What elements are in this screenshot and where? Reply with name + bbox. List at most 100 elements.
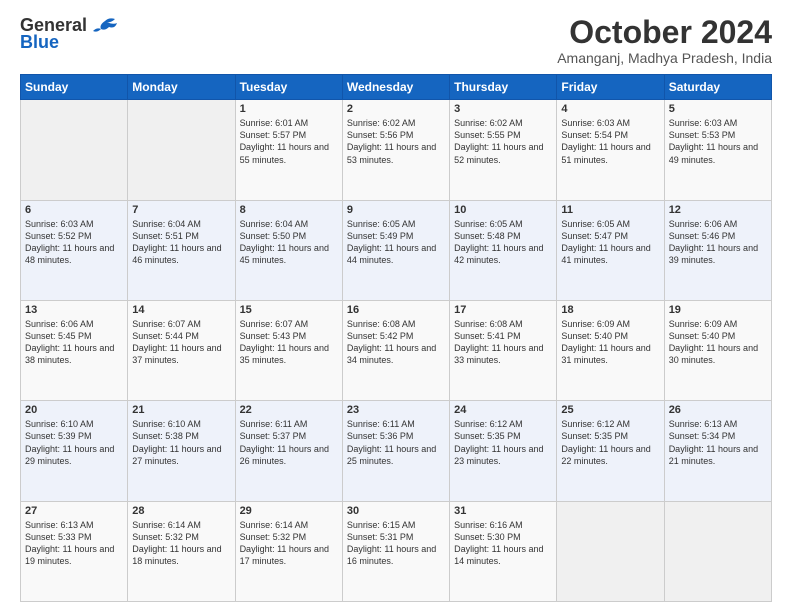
day-number: 7 <box>132 204 230 216</box>
day-info: Sunrise: 6:05 AM Sunset: 5:47 PM Dayligh… <box>561 218 659 267</box>
day-number: 31 <box>454 505 552 517</box>
day-number: 17 <box>454 304 552 316</box>
day-number: 9 <box>347 204 445 216</box>
day-number: 12 <box>669 204 767 216</box>
day-info: Sunrise: 6:09 AM Sunset: 5:40 PM Dayligh… <box>561 318 659 367</box>
table-row: 31 Sunrise: 6:16 AM Sunset: 5:30 PM Dayli… <box>450 501 557 601</box>
day-number: 28 <box>132 505 230 517</box>
location: Amanganj, Madhya Pradesh, India <box>557 50 772 66</box>
day-number: 21 <box>132 404 230 416</box>
day-number: 30 <box>347 505 445 517</box>
table-row: 24 Sunrise: 6:12 AM Sunset: 5:35 PM Dayli… <box>450 401 557 501</box>
day-info: Sunrise: 6:13 AM Sunset: 5:33 PM Dayligh… <box>25 519 123 568</box>
day-info: Sunrise: 6:01 AM Sunset: 5:57 PM Dayligh… <box>240 117 338 166</box>
table-row <box>128 100 235 200</box>
day-number: 5 <box>669 103 767 115</box>
day-number: 2 <box>347 103 445 115</box>
day-info: Sunrise: 6:03 AM Sunset: 5:53 PM Dayligh… <box>669 117 767 166</box>
col-friday: Friday <box>557 75 664 100</box>
table-row: 16 Sunrise: 6:08 AM Sunset: 5:42 PM Dayli… <box>342 300 449 400</box>
table-row: 11 Sunrise: 6:05 AM Sunset: 5:47 PM Dayli… <box>557 200 664 300</box>
day-number: 29 <box>240 505 338 517</box>
table-row: 8 Sunrise: 6:04 AM Sunset: 5:50 PM Daylig… <box>235 200 342 300</box>
calendar-week-row: 20 Sunrise: 6:10 AM Sunset: 5:39 PM Dayli… <box>21 401 772 501</box>
day-info: Sunrise: 6:12 AM Sunset: 5:35 PM Dayligh… <box>561 418 659 467</box>
col-monday: Monday <box>128 75 235 100</box>
day-number: 10 <box>454 204 552 216</box>
table-row <box>21 100 128 200</box>
day-info: Sunrise: 6:11 AM Sunset: 5:36 PM Dayligh… <box>347 418 445 467</box>
day-info: Sunrise: 6:06 AM Sunset: 5:45 PM Dayligh… <box>25 318 123 367</box>
table-row: 7Sunrise: 6:04 AM Sunset: 5:51 PM Daylig… <box>128 200 235 300</box>
day-number: 6 <box>25 204 123 216</box>
calendar-table: Sunday Monday Tuesday Wednesday Thursday… <box>20 74 772 602</box>
table-row: 20 Sunrise: 6:10 AM Sunset: 5:39 PM Dayli… <box>21 401 128 501</box>
day-info: Sunrise: 6:02 AM Sunset: 5:56 PM Dayligh… <box>347 117 445 166</box>
day-info: Sunrise: 6:10 AM Sunset: 5:38 PM Dayligh… <box>132 418 230 467</box>
day-info: Sunrise: 6:07 AM Sunset: 5:43 PM Dayligh… <box>240 318 338 367</box>
table-row: 21 Sunrise: 6:10 AM Sunset: 5:38 PM Dayli… <box>128 401 235 501</box>
col-saturday: Saturday <box>664 75 771 100</box>
month-title: October 2024 <box>557 15 772 50</box>
day-number: 18 <box>561 304 659 316</box>
day-info: Sunrise: 6:05 AM Sunset: 5:48 PM Dayligh… <box>454 218 552 267</box>
col-thursday: Thursday <box>450 75 557 100</box>
day-info: Sunrise: 6:15 AM Sunset: 5:31 PM Dayligh… <box>347 519 445 568</box>
day-number: 26 <box>669 404 767 416</box>
day-info: Sunrise: 6:11 AM Sunset: 5:37 PM Dayligh… <box>240 418 338 467</box>
day-info: Sunrise: 6:14 AM Sunset: 5:32 PM Dayligh… <box>240 519 338 568</box>
table-row: 27 Sunrise: 6:13 AM Sunset: 5:33 PM Dayli… <box>21 501 128 601</box>
table-row: 2 Sunrise: 6:02 AM Sunset: 5:56 PM Daylig… <box>342 100 449 200</box>
table-row: 22Sunrise: 6:11 AM Sunset: 5:37 PM Dayli… <box>235 401 342 501</box>
day-info: Sunrise: 6:09 AM Sunset: 5:40 PM Dayligh… <box>669 318 767 367</box>
col-wednesday: Wednesday <box>342 75 449 100</box>
day-info: Sunrise: 6:13 AM Sunset: 5:34 PM Dayligh… <box>669 418 767 467</box>
day-info: Sunrise: 6:05 AM Sunset: 5:49 PM Dayligh… <box>347 218 445 267</box>
table-row: 25 Sunrise: 6:12 AM Sunset: 5:35 PM Dayli… <box>557 401 664 501</box>
day-number: 16 <box>347 304 445 316</box>
day-info: Sunrise: 6:06 AM Sunset: 5:46 PM Dayligh… <box>669 218 767 267</box>
day-info: Sunrise: 6:03 AM Sunset: 5:54 PM Dayligh… <box>561 117 659 166</box>
day-info: Sunrise: 6:04 AM Sunset: 5:50 PM Dayligh… <box>240 218 338 267</box>
day-number: 8 <box>240 204 338 216</box>
table-row: 6Sunrise: 6:03 AM Sunset: 5:52 PM Daylig… <box>21 200 128 300</box>
day-info: Sunrise: 6:10 AM Sunset: 5:39 PM Dayligh… <box>25 418 123 467</box>
calendar-week-row: 6Sunrise: 6:03 AM Sunset: 5:52 PM Daylig… <box>21 200 772 300</box>
table-row: 13Sunrise: 6:06 AM Sunset: 5:45 PM Dayli… <box>21 300 128 400</box>
table-row: 17 Sunrise: 6:08 AM Sunset: 5:41 PM Dayli… <box>450 300 557 400</box>
table-row: 15 Sunrise: 6:07 AM Sunset: 5:43 PM Dayli… <box>235 300 342 400</box>
table-row: 26 Sunrise: 6:13 AM Sunset: 5:34 PM Dayli… <box>664 401 771 501</box>
table-row: 30 Sunrise: 6:15 AM Sunset: 5:31 PM Dayli… <box>342 501 449 601</box>
day-info: Sunrise: 6:16 AM Sunset: 5:30 PM Dayligh… <box>454 519 552 568</box>
day-number: 15 <box>240 304 338 316</box>
logo-bird-icon <box>91 17 119 35</box>
table-row <box>557 501 664 601</box>
table-row: 1 Sunrise: 6:01 AM Sunset: 5:57 PM Daylig… <box>235 100 342 200</box>
day-number: 27 <box>25 505 123 517</box>
day-info: Sunrise: 6:12 AM Sunset: 5:35 PM Dayligh… <box>454 418 552 467</box>
day-info: Sunrise: 6:07 AM Sunset: 5:44 PM Dayligh… <box>132 318 230 367</box>
day-number: 3 <box>454 103 552 115</box>
table-row: 12 Sunrise: 6:06 AM Sunset: 5:46 PM Dayli… <box>664 200 771 300</box>
table-row: 4Sunrise: 6:03 AM Sunset: 5:54 PM Daylig… <box>557 100 664 200</box>
col-sunday: Sunday <box>21 75 128 100</box>
day-number: 1 <box>240 103 338 115</box>
day-number: 11 <box>561 204 659 216</box>
calendar-week-row: 1 Sunrise: 6:01 AM Sunset: 5:57 PM Daylig… <box>21 100 772 200</box>
day-number: 25 <box>561 404 659 416</box>
table-row: 19Sunrise: 6:09 AM Sunset: 5:40 PM Dayli… <box>664 300 771 400</box>
day-info: Sunrise: 6:08 AM Sunset: 5:42 PM Dayligh… <box>347 318 445 367</box>
table-row: 14Sunrise: 6:07 AM Sunset: 5:44 PM Dayli… <box>128 300 235 400</box>
day-number: 24 <box>454 404 552 416</box>
table-row: 23 Sunrise: 6:11 AM Sunset: 5:36 PM Dayli… <box>342 401 449 501</box>
calendar-week-row: 13Sunrise: 6:06 AM Sunset: 5:45 PM Dayli… <box>21 300 772 400</box>
table-row: 9 Sunrise: 6:05 AM Sunset: 5:49 PM Daylig… <box>342 200 449 300</box>
col-tuesday: Tuesday <box>235 75 342 100</box>
title-block: October 2024 Amanganj, Madhya Pradesh, I… <box>557 15 772 66</box>
day-info: Sunrise: 6:08 AM Sunset: 5:41 PM Dayligh… <box>454 318 552 367</box>
day-number: 23 <box>347 404 445 416</box>
day-info: Sunrise: 6:02 AM Sunset: 5:55 PM Dayligh… <box>454 117 552 166</box>
day-number: 20 <box>25 404 123 416</box>
header: General Blue October 2024 Amanganj, Madh… <box>20 15 772 66</box>
table-row: 5 Sunrise: 6:03 AM Sunset: 5:53 PM Daylig… <box>664 100 771 200</box>
